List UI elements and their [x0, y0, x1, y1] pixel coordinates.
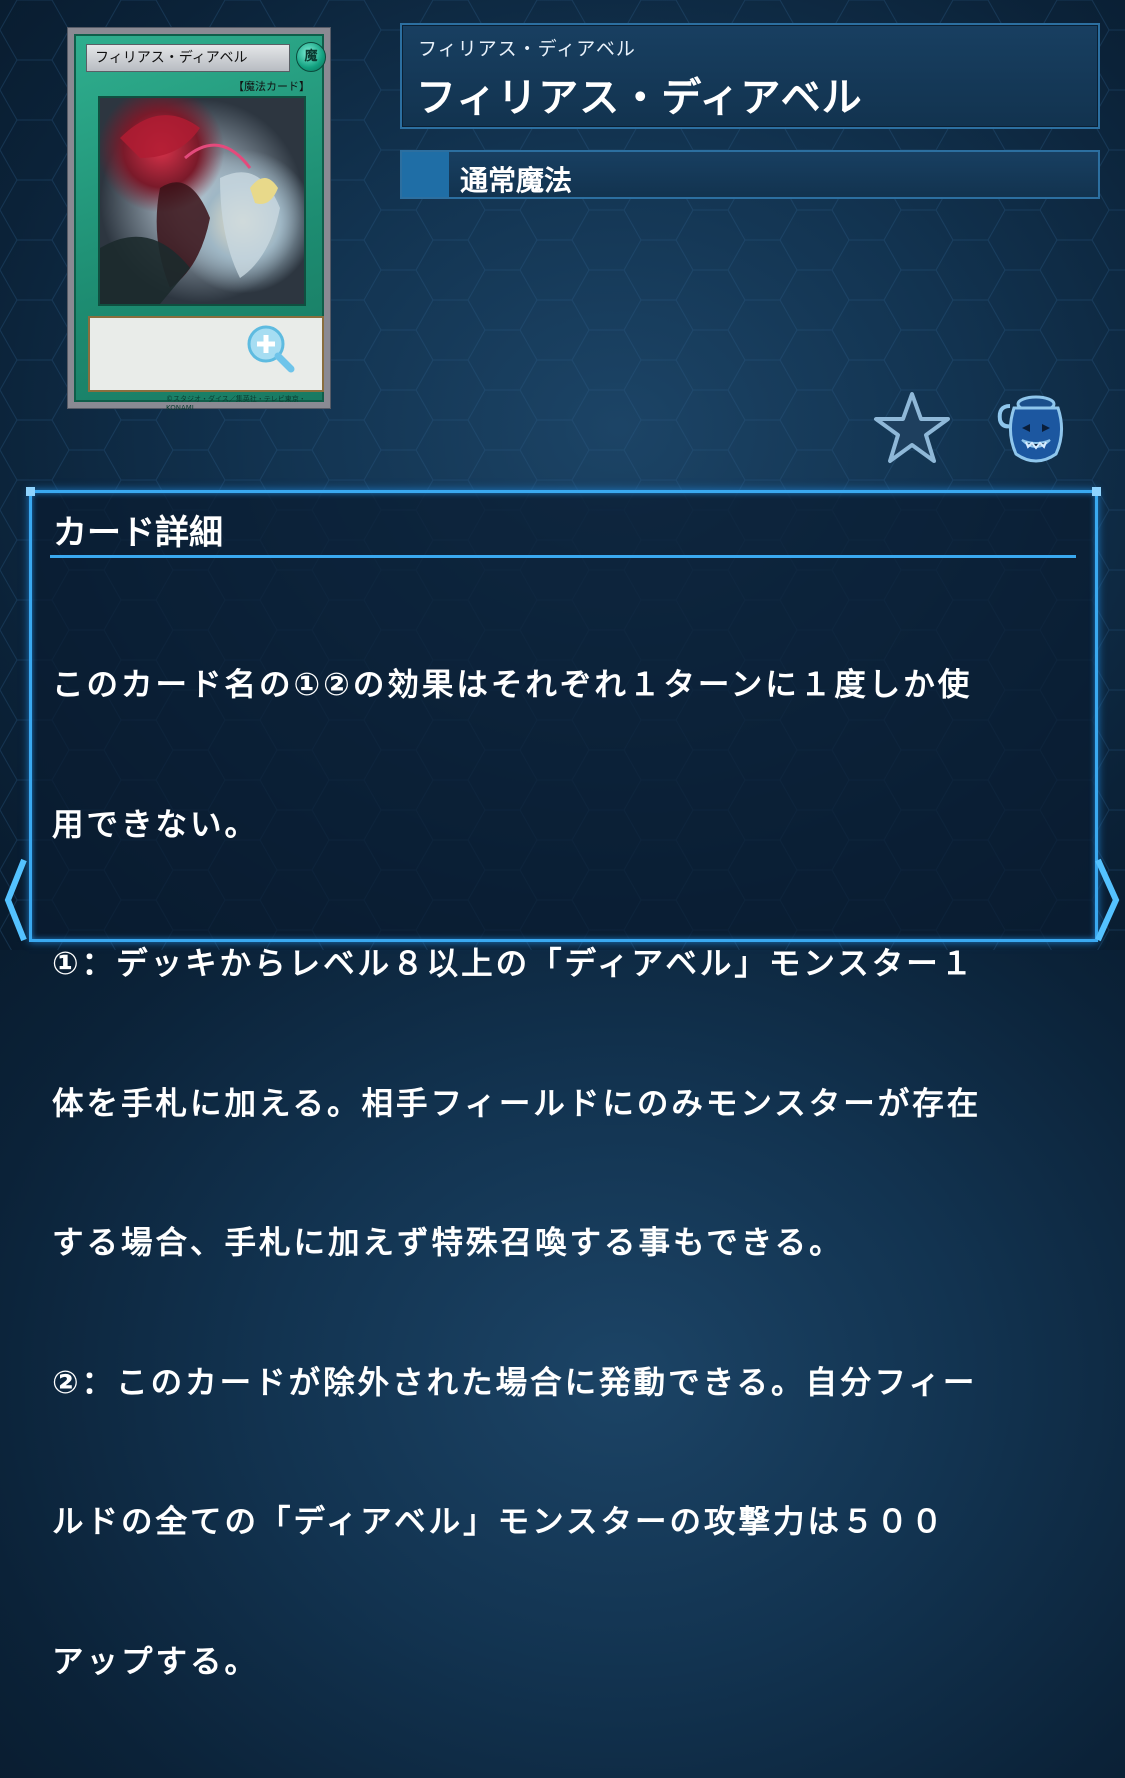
card-name: フィリアス・ディアベル [416, 75, 863, 121]
effect-line: アップする。 [52, 1643, 260, 1680]
effect-line: ルドの全ての「ディアベル」モンスターの攻撃力は５００ [52, 1504, 946, 1540]
effect-line: 体を手札に加える。相手フィールドにのみモンスターが存在 [52, 1085, 982, 1122]
effect-line: 用できない。 [52, 806, 260, 843]
zoom-in-icon [247, 325, 295, 373]
card-type-label: 通常魔法 [460, 164, 573, 197]
chevron-right-icon [1095, 858, 1120, 942]
previous-card-button[interactable] [0, 850, 30, 950]
card-attribute-icon: 魔 [296, 42, 326, 72]
panel-corner [26, 487, 35, 496]
card-artwork [98, 96, 306, 306]
effect-line: ①：デッキからレベル８以上の「ディアベル」モンスター１ [52, 946, 976, 982]
type-marker [402, 152, 449, 197]
card-name-ruby: フィリアス・ディアベル [418, 38, 636, 60]
next-card-button[interactable] [1090, 850, 1125, 950]
card-copyright: ©スタジオ・ダイス／集英社・テレビ東京・KONAMI [166, 395, 306, 412]
favorite-button[interactable] [872, 390, 952, 466]
pot-of-greed-icon [997, 395, 1063, 463]
effect-line: する場合、手札に加えず特殊召喚する事もできる。 [52, 1225, 844, 1261]
card-image[interactable]: フィリアス・ディアベル 魔 【魔法カード】 ©スタジオ・ダイス／集英社・テレビ東… [68, 28, 330, 412]
star-icon [874, 392, 950, 463]
card-type-panel: 通常魔法 [400, 150, 1100, 199]
effect-line: ②：このカードが除外された場合に発動できる。自分フィー [52, 1364, 978, 1401]
card-name-panel: フィリアス・ディアベル フィリアス・ディアベル [400, 23, 1100, 129]
effect-line: このカード名の①②の効果はそれぞれ１ターンに１度しか使 [52, 667, 973, 703]
zoom-button[interactable] [244, 322, 296, 374]
card-frame-name: フィリアス・ディアベル [86, 44, 290, 72]
detail-title: カード詳細 [53, 513, 223, 553]
card-type-line: 【魔法カード】 [233, 80, 310, 93]
divider [50, 555, 1076, 558]
panel-corner [1092, 487, 1101, 496]
card-effect-text: このカード名の①②の効果はそれぞれ１ターンに１度しか使 用できない。 ①：デッキ… [52, 569, 1082, 1778]
deck-button[interactable] [992, 392, 1072, 468]
chevron-left-icon [4, 858, 27, 942]
card-detail-panel: カード詳細 このカード名の①②の効果はそれぞれ１ターンに１度しか使 用できない。… [26, 487, 1101, 1680]
